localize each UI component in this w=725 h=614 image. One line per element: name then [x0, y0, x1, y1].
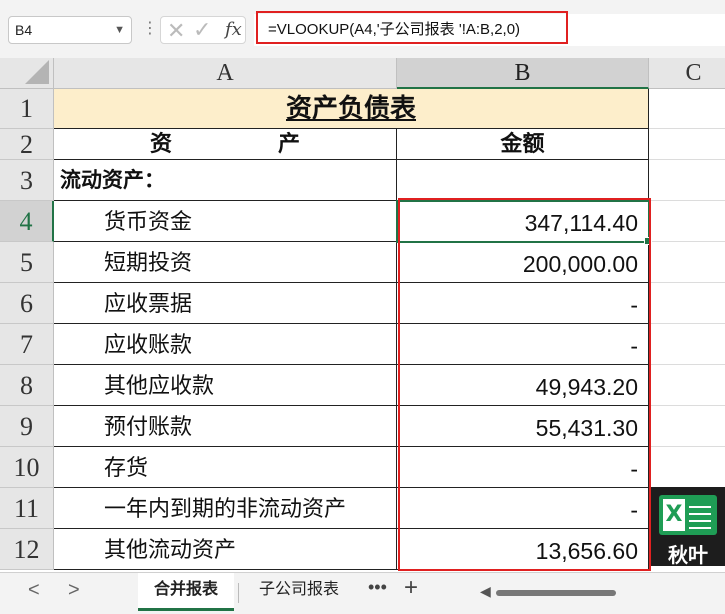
cell-b3[interactable]: [397, 160, 649, 201]
scroll-thumb[interactable]: [496, 590, 616, 596]
cell-c1[interactable]: [649, 89, 725, 129]
row-header-7[interactable]: 7: [0, 324, 54, 365]
section-current-assets[interactable]: 流动资产：: [54, 160, 397, 201]
cell-a4[interactable]: 货币资金: [54, 201, 397, 242]
cell-c7[interactable]: [649, 324, 725, 365]
name-box[interactable]: B4 ▼: [8, 16, 132, 44]
cell-b12[interactable]: 13,656.60: [397, 529, 649, 570]
row-header-2[interactable]: 2: [0, 129, 54, 160]
cell-a6[interactable]: 应收票据: [54, 283, 397, 324]
header-asset[interactable]: 资产: [54, 129, 397, 160]
formula-buttons: ✕ ✓ fx: [160, 16, 246, 44]
cell-c6[interactable]: [649, 283, 725, 324]
cell-b11[interactable]: -: [397, 488, 649, 529]
header-asset-left: 资: [149, 132, 172, 157]
row-header-5[interactable]: 5: [0, 242, 54, 283]
cell-b10[interactable]: -: [397, 447, 649, 488]
prev-sheet-icon[interactable]: <: [28, 579, 40, 602]
row-header-3[interactable]: 3: [0, 160, 54, 201]
watermark-logo: X 秋叶: [651, 487, 725, 567]
row-header-6[interactable]: 6: [0, 283, 54, 324]
cell-a5[interactable]: 短期投资: [54, 242, 397, 283]
sheet-title[interactable]: 资产负债表: [54, 89, 649, 129]
header-asset-right: 产: [277, 132, 300, 157]
tab-separator: [238, 583, 239, 603]
row-header-4[interactable]: 4: [0, 201, 54, 242]
column-header-c[interactable]: C: [649, 58, 725, 89]
cell-a9[interactable]: 预付账款: [54, 406, 397, 447]
excel-icon: X: [659, 495, 717, 535]
column-header-a[interactable]: A: [54, 58, 397, 89]
row-header-10[interactable]: 10: [0, 447, 54, 488]
drag-handle-icon[interactable]: ⋮: [142, 18, 158, 42]
cell-c3[interactable]: [649, 160, 725, 201]
cell-a8[interactable]: 其他应收款: [54, 365, 397, 406]
cell-b7[interactable]: -: [397, 324, 649, 365]
cancel-icon[interactable]: ✕: [167, 18, 185, 44]
row-header-8[interactable]: 8: [0, 365, 54, 406]
tab-subsidiary-report[interactable]: 子公司报表: [246, 573, 352, 611]
watermark-text: 秋叶: [668, 545, 708, 567]
cell-b8[interactable]: 49,943.20: [397, 365, 649, 406]
cell-b5[interactable]: 200,000.00: [397, 242, 649, 283]
row-header-1[interactable]: 1: [0, 89, 54, 129]
name-box-value: B4: [15, 22, 33, 38]
sheet-tab-bar: < > 合并报表 子公司报表 ••• + ◀: [0, 572, 725, 614]
cell-a11[interactable]: 一年内到期的非流动资产: [54, 488, 397, 529]
row-header-9[interactable]: 9: [0, 406, 54, 447]
select-all-corner[interactable]: [0, 58, 54, 89]
cell-b6[interactable]: -: [397, 283, 649, 324]
cell-a10[interactable]: 存货: [54, 447, 397, 488]
cell-c8[interactable]: [649, 365, 725, 406]
row-header-12[interactable]: 12: [0, 529, 54, 570]
cell-a12[interactable]: 其他流动资产: [54, 529, 397, 570]
row-header-11[interactable]: 11: [0, 488, 54, 529]
cell-c4[interactable]: [649, 201, 725, 242]
cell-b4[interactable]: 347,114.40: [397, 201, 649, 242]
spreadsheet-grid: A B C 1 2 3 4 5 6 7 8 9 10 11 12 资产负债表 资…: [0, 58, 725, 572]
more-sheets-icon[interactable]: •••: [368, 577, 387, 598]
add-sheet-icon[interactable]: +: [404, 574, 418, 602]
next-sheet-icon[interactable]: >: [68, 579, 80, 602]
horizontal-scrollbar[interactable]: ◀: [478, 583, 725, 603]
formula-highlight-box: [256, 11, 568, 44]
tab-consolidated-report[interactable]: 合并报表: [138, 573, 234, 611]
enter-icon[interactable]: ✓: [193, 17, 211, 43]
cell-c9[interactable]: [649, 406, 725, 447]
cell-b9[interactable]: 55,431.30: [397, 406, 649, 447]
cell-c10[interactable]: [649, 447, 725, 488]
cell-c2[interactable]: [649, 129, 725, 160]
scroll-left-icon[interactable]: ◀: [480, 583, 491, 600]
insert-function-icon[interactable]: fx: [225, 19, 242, 40]
cell-a7[interactable]: 应收账款: [54, 324, 397, 365]
formula-bar: B4 ▼ ⋮ ✕ ✓ fx =VLOOKUP(A4,'子公司报表 '!A:B,2…: [0, 0, 725, 58]
header-amount[interactable]: 金额: [397, 129, 649, 160]
cell-c5[interactable]: [649, 242, 725, 283]
chevron-down-icon[interactable]: ▼: [114, 17, 125, 43]
column-header-b[interactable]: B: [397, 58, 649, 89]
